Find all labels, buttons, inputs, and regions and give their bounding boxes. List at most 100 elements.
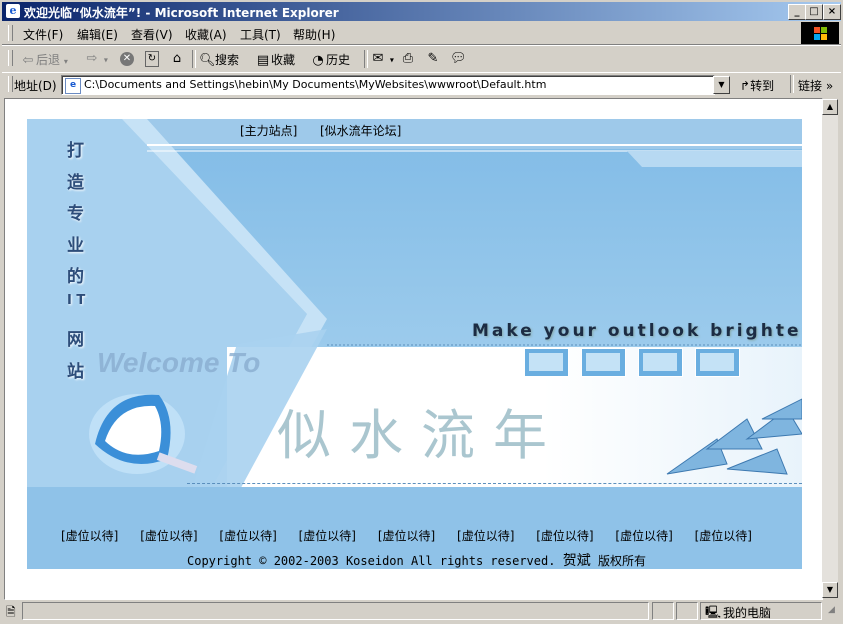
back-arrow-icon: ⇦ bbox=[22, 52, 34, 68]
page-content: [主力站点] [似水流年论坛] 打 造 专 业 的 I T 网 站 Welcom… bbox=[4, 98, 823, 600]
back-label: 后退 bbox=[36, 53, 61, 67]
ie-logo-icon: e bbox=[6, 4, 20, 18]
edit-icon: ✎ bbox=[427, 51, 439, 66]
menu-help[interactable]: 帮助(H) bbox=[293, 26, 335, 43]
menu-tools[interactable]: 工具(T) bbox=[240, 26, 281, 43]
toolbar-separator bbox=[364, 50, 368, 68]
menu-edit[interactable]: 编辑(E) bbox=[77, 26, 118, 43]
footer-link[interactable]: [虚位以待] bbox=[615, 529, 672, 543]
discuss-button[interactable]: 💬︎ bbox=[450, 51, 467, 67]
slogan-char: 业 bbox=[67, 236, 84, 256]
address-bar: 地址(D) e C:\Documents and Settings\hebin\M… bbox=[2, 72, 841, 97]
status-message-cell bbox=[22, 602, 649, 620]
slogan-char: 专 bbox=[67, 204, 84, 224]
windows-logo-icon bbox=[801, 22, 839, 44]
go-button[interactable]: ↱转到 bbox=[740, 77, 774, 94]
search-button[interactable]: 🔍︎搜索 bbox=[199, 51, 239, 69]
divider-line bbox=[187, 483, 802, 484]
footer-link[interactable]: [虚位以待] bbox=[536, 529, 593, 543]
links-label: 链接 bbox=[798, 79, 823, 93]
forward-arrow-icon: ⇨ bbox=[86, 51, 98, 66]
history-clock-icon: ◔ bbox=[312, 52, 324, 68]
site-name-logo: 似水流年 bbox=[277, 404, 565, 467]
slogan-char: 站 bbox=[67, 362, 84, 382]
scroll-up-button[interactable]: ▲ bbox=[822, 99, 838, 115]
footer-link[interactable]: [虚位以待] bbox=[299, 529, 356, 543]
thumbnail-image bbox=[524, 348, 569, 377]
footer-link[interactable]: [虚位以待] bbox=[695, 529, 752, 543]
paper-planes bbox=[666, 398, 802, 475]
copyright: Copyright © 2002-2003 Koseidon All right… bbox=[187, 550, 646, 569]
links-button[interactable]: 链接 » bbox=[798, 77, 833, 94]
history-button[interactable]: ◔ 历史 bbox=[310, 51, 350, 69]
favorites-label: 收藏 bbox=[271, 53, 296, 67]
menu-grip bbox=[8, 25, 13, 41]
menu-view[interactable]: 查看(V) bbox=[131, 26, 173, 43]
minimize-button[interactable]: _ bbox=[788, 4, 806, 20]
discuss-icon: 💬︎ bbox=[450, 51, 467, 66]
stop-button[interactable]: ✕ bbox=[120, 51, 134, 66]
footer-link[interactable]: [虚位以待] bbox=[219, 529, 276, 543]
stop-icon: ✕ bbox=[120, 51, 134, 66]
browser-window: e 欢迎光临“似水流年”! - Microsoft Internet Explo… bbox=[0, 0, 843, 622]
copyright-rights: 版权所有 bbox=[597, 554, 646, 568]
copyright-text: Copyright © 2002-2003 Koseidon All right… bbox=[187, 554, 556, 568]
my-computer-icon: 🖳 bbox=[705, 605, 722, 619]
toolbar-separator bbox=[192, 50, 196, 68]
status-cell bbox=[676, 602, 698, 620]
address-value: C:\Documents and Settings\hebin\My Docum… bbox=[84, 78, 547, 91]
slogan-char: 造 bbox=[67, 173, 84, 193]
address-label: 地址(D) bbox=[14, 79, 57, 93]
window-title: 欢迎光临“似水流年”! - Microsoft Internet Explore… bbox=[24, 6, 339, 20]
vertical-scrollbar[interactable]: ▲ ▼ bbox=[822, 99, 838, 598]
go-arrow-icon: ↱ bbox=[740, 79, 751, 93]
search-icon: 🔍︎ bbox=[199, 52, 216, 68]
address-separator bbox=[790, 75, 794, 93]
forum-link[interactable]: [似水流年论坛] bbox=[320, 122, 401, 139]
status-cell bbox=[652, 602, 674, 620]
edit-button[interactable]: ✎ bbox=[425, 51, 441, 67]
slogan-char: 打 bbox=[67, 141, 84, 161]
go-label: 转到 bbox=[750, 79, 775, 93]
favorites-button[interactable]: ▤ 收藏 bbox=[255, 51, 295, 69]
slogan-char: 网 bbox=[67, 330, 84, 350]
main-site-link[interactable]: [主力站点] bbox=[240, 122, 297, 139]
menu-bar: 文件(F) 编辑(E) 查看(V) 收藏(A) 工具(T) 帮助(H) bbox=[2, 22, 841, 45]
footer-link[interactable]: [虚位以待] bbox=[140, 529, 197, 543]
status-page-icon: 🗎 bbox=[6, 605, 16, 619]
refresh-button[interactable]: ↻ bbox=[145, 51, 159, 67]
footer-links: [虚位以待] [虚位以待] [虚位以待] [虚位以待] [虚位以待] [虚位以待… bbox=[61, 527, 801, 544]
footer-link[interactable]: [虚位以待] bbox=[61, 529, 118, 543]
close-button[interactable]: × bbox=[823, 4, 841, 20]
resize-grip-icon[interactable]: ◢ bbox=[828, 605, 835, 615]
scroll-down-button[interactable]: ▼ bbox=[822, 582, 838, 598]
menu-favorites[interactable]: 收藏(A) bbox=[185, 26, 227, 43]
maximize-button[interactable]: □ bbox=[805, 4, 823, 20]
thumbnail-image bbox=[695, 348, 740, 377]
copyright-author: 贺斌 bbox=[562, 553, 591, 569]
forward-button[interactable]: ⇨ ▾ bbox=[84, 51, 108, 67]
footer-link[interactable]: [虚位以待] bbox=[457, 529, 514, 543]
refresh-icon: ↻ bbox=[145, 51, 159, 67]
top-nav: [主力站点] [似水流年论坛] bbox=[27, 119, 802, 141]
status-bar: 🗎 🖳 我的电脑 ◢ bbox=[2, 600, 841, 620]
address-dropdown-button[interactable]: ▼ bbox=[713, 76, 730, 94]
page-icon: e bbox=[65, 78, 81, 94]
address-grip bbox=[8, 76, 13, 92]
mail-button[interactable]: ✉ ▾ bbox=[370, 51, 394, 67]
home-button[interactable]: ⌂ bbox=[169, 51, 185, 67]
tagline: Make your outlook brighter bbox=[472, 321, 802, 341]
favorites-folder-icon: ▤ bbox=[256, 52, 270, 68]
chevron-right-icon: » bbox=[825, 79, 834, 93]
back-button[interactable]: ⇦ 后退 ▾ bbox=[20, 51, 68, 69]
home-icon: ⌂ bbox=[172, 51, 182, 66]
imac-computer-icon bbox=[89, 394, 198, 474]
history-label: 历史 bbox=[326, 53, 351, 67]
search-label: 搜索 bbox=[215, 53, 240, 67]
menu-file[interactable]: 文件(F) bbox=[23, 26, 63, 43]
status-zone-cell: 🖳 我的电脑 bbox=[700, 602, 822, 620]
address-input[interactable]: e C:\Documents and Settings\hebin\My Docu… bbox=[61, 75, 715, 95]
status-zone: 我的电脑 bbox=[723, 606, 772, 620]
print-button[interactable]: ⎙ bbox=[400, 51, 416, 67]
footer-link[interactable]: [虚位以待] bbox=[378, 529, 435, 543]
